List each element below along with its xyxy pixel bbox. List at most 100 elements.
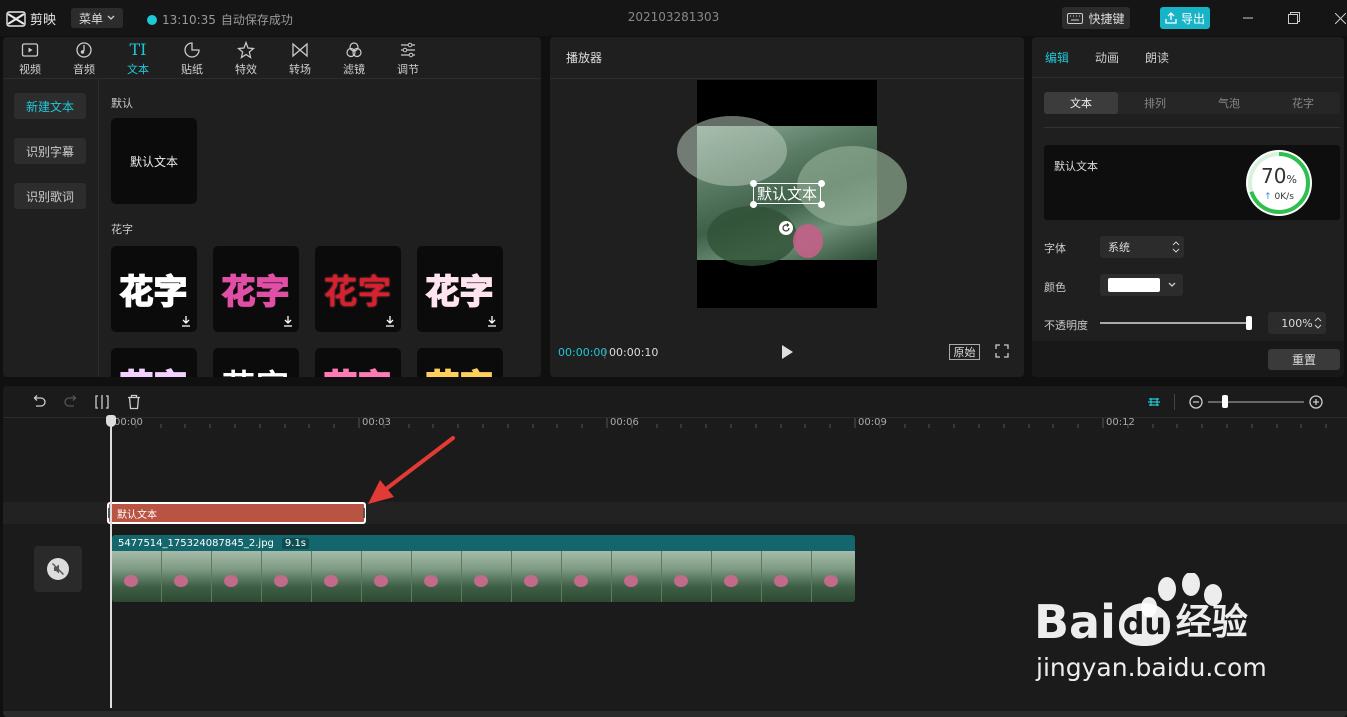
delete-icon[interactable] [126,394,142,410]
title-bar: 剪映 菜单 13:10:35 自动保存成功 202103281303 快捷键 导… [0,0,1347,36]
tab-sticker[interactable]: 贴纸 [165,37,219,79]
magnet-snap-icon[interactable] [1146,394,1162,410]
tab-adjust[interactable]: 调节 [381,37,435,79]
spinner-icon [1172,241,1180,253]
opacity-slider[interactable] [1100,322,1250,324]
text-clip-label: 默认文本 [117,509,157,521]
text-clip[interactable]: 默认文本 [107,502,366,524]
preview-canvas[interactable]: 默认文本 [677,80,907,308]
recognize-subtitles-button[interactable]: 识别字幕 [14,138,86,164]
fancy-text-card[interactable]: 花字 [315,246,401,332]
fancy-text-card[interactable]: 花字 [315,348,401,377]
preview-image: 默认文本 [677,116,907,266]
download-icon[interactable] [385,315,395,327]
timeline-scrollbar[interactable] [3,711,1347,717]
subtab-fancy[interactable]: 花字 [1266,92,1340,114]
text-sidebar: 新建文本 识别字幕 识别歌词 [3,79,99,377]
text-input-value: 默认文本 [1054,160,1098,173]
divider [1044,127,1340,128]
fancy-text-card[interactable]: 花字 [417,246,503,332]
ruler-label: 00:12 [1106,417,1135,428]
tab-filter[interactable]: 滤镜 [327,37,381,79]
preview-text-box[interactable]: 默认文本 [753,183,821,204]
tab-audio[interactable]: 音频 [57,37,111,79]
text-input[interactable]: 默认文本 70% ↑ 0K/s [1044,145,1340,220]
fancy-text-card[interactable]: 花字 [111,246,197,332]
text-subtabs: 文本 排列 气泡 花字 [1044,92,1340,114]
lotus-flower [793,224,823,258]
adjust-icon [401,42,415,58]
thumbnail-frame [612,551,662,602]
resize-handle[interactable] [818,201,825,208]
subtab-bubble[interactable]: 气泡 [1192,92,1266,114]
tab-edit[interactable]: 编辑 [1045,49,1069,66]
fancy-text-card[interactable]: 花字 [213,348,299,377]
zoom-slider-handle[interactable] [1222,395,1228,408]
recognize-lyrics-button[interactable]: 识别歌词 [14,183,86,209]
subtab-arrange[interactable]: 排列 [1118,92,1192,114]
shortcut-button[interactable]: 快捷键 [1062,7,1130,29]
tab-label: 转场 [289,63,311,76]
fancy-text-card[interactable]: 花字 [417,348,503,377]
download-icon[interactable] [181,315,191,327]
fullscreen-icon[interactable] [995,344,1009,358]
fancy-text-card[interactable]: 花字 [213,246,299,332]
resize-handle[interactable] [750,180,757,187]
opacity-slider-handle[interactable] [1246,316,1252,330]
zoom-in-icon[interactable] [1308,394,1324,410]
tab-video[interactable]: 视频 [3,37,57,79]
opacity-input[interactable]: 100% [1268,312,1326,334]
redo-icon[interactable] [63,394,79,410]
download-icon[interactable] [283,315,293,327]
gauge-value: 70% [1246,164,1312,188]
resize-handle[interactable] [750,201,757,208]
close-button[interactable] [1330,8,1347,28]
image-leaf [707,206,797,266]
download-icon[interactable] [487,315,497,327]
thumbnail-frame [112,551,162,602]
new-text-button[interactable]: 新建文本 [14,93,86,119]
playhead[interactable] [110,418,112,708]
playhead-handle[interactable] [106,415,116,427]
thumbnail-frame [662,551,712,602]
video-clip[interactable]: 5477514_175324087845_2.jpg 9.1s [112,535,855,602]
watermark-brand-du: du [1118,603,1170,646]
subtab-text[interactable]: 文本 [1044,92,1118,114]
undo-icon[interactable] [31,394,47,410]
split-icon[interactable] [94,394,110,410]
original-ratio-button[interactable]: 原始 [949,344,980,360]
tab-effects[interactable]: 特效 [219,37,273,79]
thumbnail-frame [212,551,262,602]
font-select[interactable]: 系统 [1100,236,1184,258]
mute-track-button[interactable] [34,546,82,592]
color-picker[interactable] [1100,274,1183,296]
fancy-text-card[interactable]: 花字 [111,348,197,377]
time-separator: | [603,346,607,359]
default-text-card[interactable]: 默认文本 [111,118,197,204]
menu-button[interactable]: 菜单 [71,8,123,28]
rotate-handle[interactable] [779,221,793,235]
tab-animation[interactable]: 动画 [1095,49,1119,66]
maximize-button[interactable] [1284,8,1304,28]
rotate-icon [782,223,790,232]
export-button[interactable]: 导出 [1160,7,1210,29]
resize-handle[interactable] [818,180,825,187]
video-clip-header: 5477514_175324087845_2.jpg 9.1s [112,535,855,551]
image-leaf [677,116,787,186]
effects-icon [237,41,255,59]
ruler-label: 00:09 [858,417,887,428]
reset-button[interactable]: 重置 [1268,349,1340,370]
tab-text[interactable]: TI 文本 [111,37,165,79]
zoom-out-icon[interactable] [1188,394,1204,410]
tab-transition[interactable]: 转场 [273,37,327,79]
minimize-button[interactable] [1238,8,1258,28]
tab-label: 贴纸 [181,63,203,76]
tab-read-aloud[interactable]: 朗读 [1145,49,1169,66]
chevron-down-icon [1168,282,1176,287]
total-time: 00:00:10 [609,346,659,359]
minimize-icon [1243,17,1253,19]
tab-label: 视频 [19,63,41,76]
time-ruler[interactable]: 00:00 00:03 00:06 00:09 00:12 [3,417,1347,432]
filter-icon [346,42,362,58]
play-icon[interactable] [780,344,794,360]
